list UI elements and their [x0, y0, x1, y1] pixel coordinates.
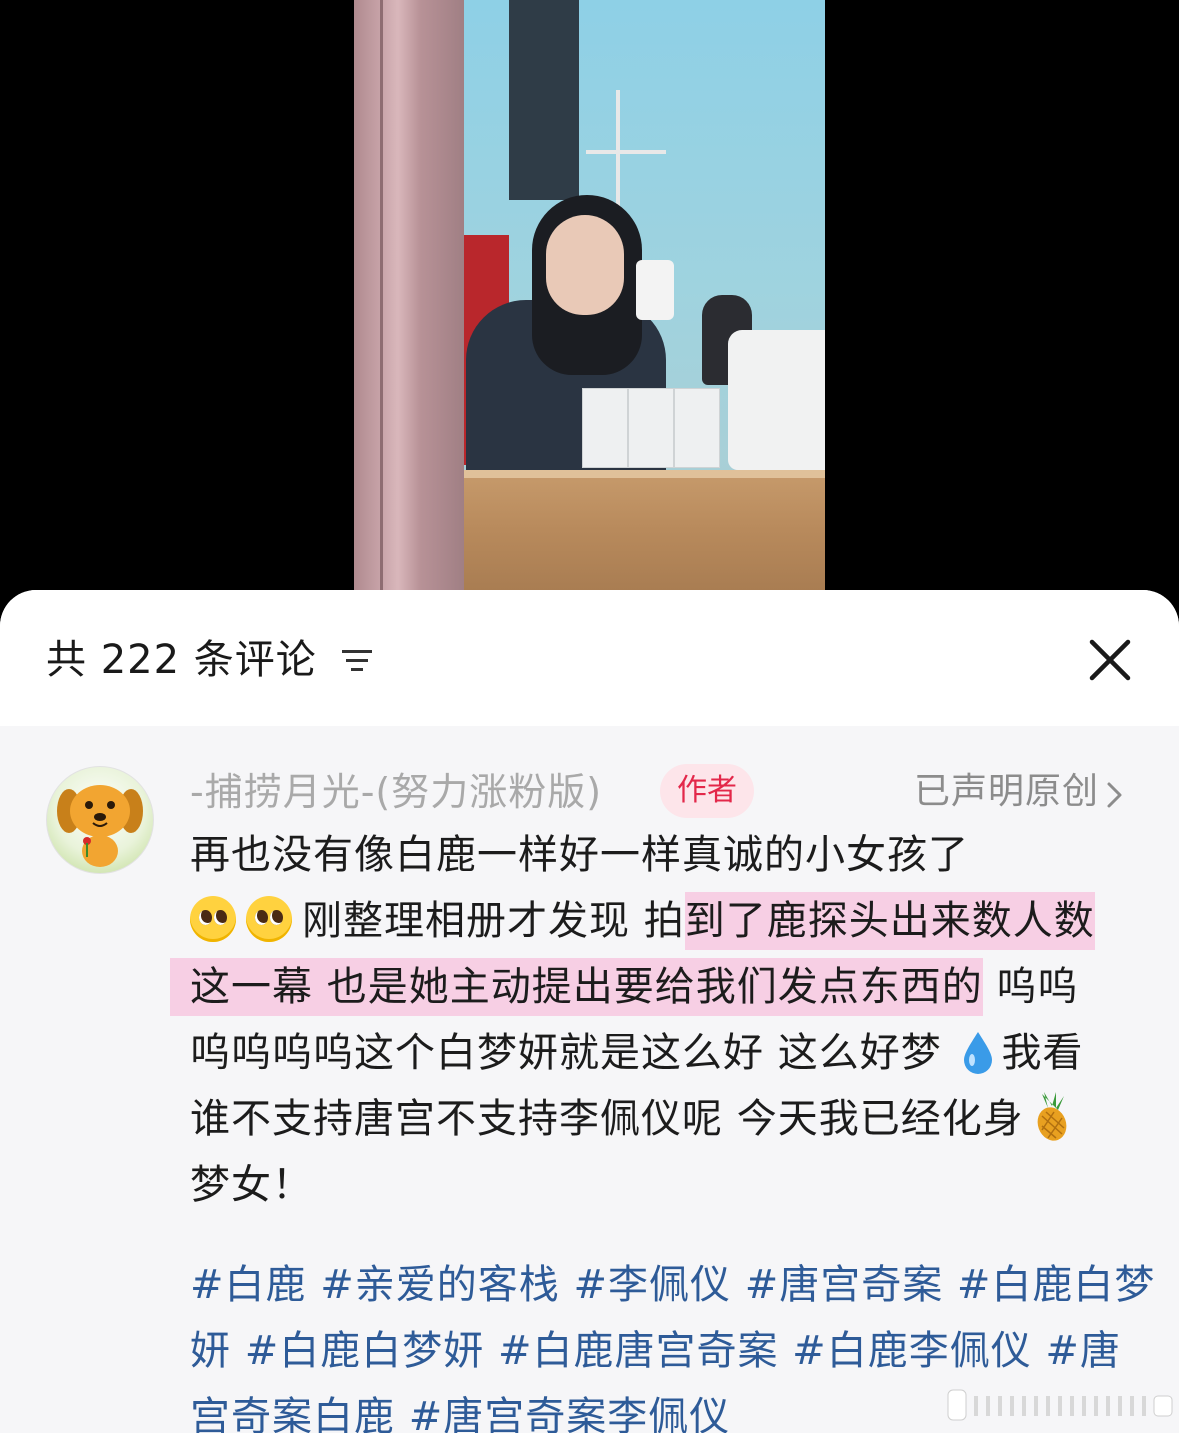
comments-sheet: 共 222 条评论 -捕捞月光-(努力涨粉版) 作者 已声明原创 再也没有像白鹿… [0, 590, 1179, 1433]
video-person-face [546, 215, 624, 315]
video-wood-counter [464, 470, 825, 590]
comment-text-segment: 谁不支持唐宫不支持李佩仪呢 今天我已经化身 [190, 1096, 1024, 1142]
video-building [509, 0, 579, 200]
dog-avatar-icon [57, 785, 143, 867]
droplet-icon [964, 1032, 993, 1074]
comment-line: 再也没有像白鹿一样好一样真诚的小女孩了 [190, 822, 1140, 888]
hashtag-line[interactable]: #白鹿 #亲爱的客栈 #李佩仪 #唐宫奇案 #白鹿白梦 [190, 1252, 1154, 1318]
original-declared-link[interactable]: 已声明原创 [914, 768, 1099, 816]
comment-count-suffix: 条评论 [193, 637, 317, 683]
comment-text: 再也没有像白鹿一样好一样真诚的小女孩了 刚整理相册才发现 拍到了鹿探头出来数人数… [170, 822, 1140, 1218]
highlighted-text: 到了鹿探头出来数人数 [684, 892, 1095, 950]
pineapple-icon [1037, 1092, 1067, 1141]
comment-count-prefix: 共 [46, 637, 87, 683]
highlighted-text: 这一幕 也是她主动提出要给我们发点东西的 [170, 958, 983, 1016]
comment-text-segment: 梦女！ [190, 1162, 313, 1208]
video-window-frame [354, 0, 464, 590]
comment-line: 谁不支持唐宫不支持李佩仪呢 今天我已经化身 [190, 1086, 1140, 1152]
username[interactable]: -捕捞月光-(努力涨粉版) [190, 766, 602, 818]
video-kettle [728, 330, 825, 470]
comment-count: 共 222 条评论 [46, 634, 317, 686]
pleading-face-icon [190, 896, 236, 942]
avatar[interactable] [46, 766, 154, 874]
comment-line: 梦女！ [190, 1152, 1140, 1218]
comment-count-number: 222 [100, 637, 181, 683]
video-box [628, 388, 674, 468]
video-box [582, 388, 628, 468]
comment-line: 呜呜呜呜这个白梦妍就是这么好 这么好梦 我看 [190, 1020, 1140, 1086]
sort-icon[interactable] [340, 646, 374, 676]
video-lamp [636, 260, 674, 320]
watermark-bars-icon [947, 1389, 1173, 1421]
comment-text-segment: 再也没有像白鹿一样好一样真诚的小女孩了 [190, 832, 969, 878]
comment-text-segment: 刚整理相册才发现 拍 [302, 898, 685, 944]
comment-text-segment: 呜呜呜呜这个白梦妍就是这么好 这么好梦 [190, 1030, 942, 1076]
comment-line: 这一幕 也是她主动提出要给我们发点东西的 呜呜 [170, 954, 1140, 1020]
hashtag-line[interactable]: 妍 #白鹿白梦妍 #白鹿唐宫奇案 #白鹿李佩仪 #唐 [190, 1318, 1140, 1384]
comment-line: 刚整理相册才发现 拍到了鹿探头出来数人数 [190, 888, 1140, 954]
video-antenna-bar [586, 150, 666, 154]
video-preview[interactable] [354, 0, 825, 590]
chevron-right-icon[interactable] [1104, 780, 1126, 810]
comments-header: 共 222 条评论 [0, 590, 1179, 726]
comment-text-segment: 我看 [1001, 1030, 1084, 1076]
comment-text-segment: 呜呜 [982, 964, 1079, 1010]
author-badge: 作者 [660, 764, 754, 818]
pleading-face-icon [246, 896, 292, 942]
video-box [674, 388, 720, 468]
close-icon[interactable] [1088, 638, 1132, 682]
